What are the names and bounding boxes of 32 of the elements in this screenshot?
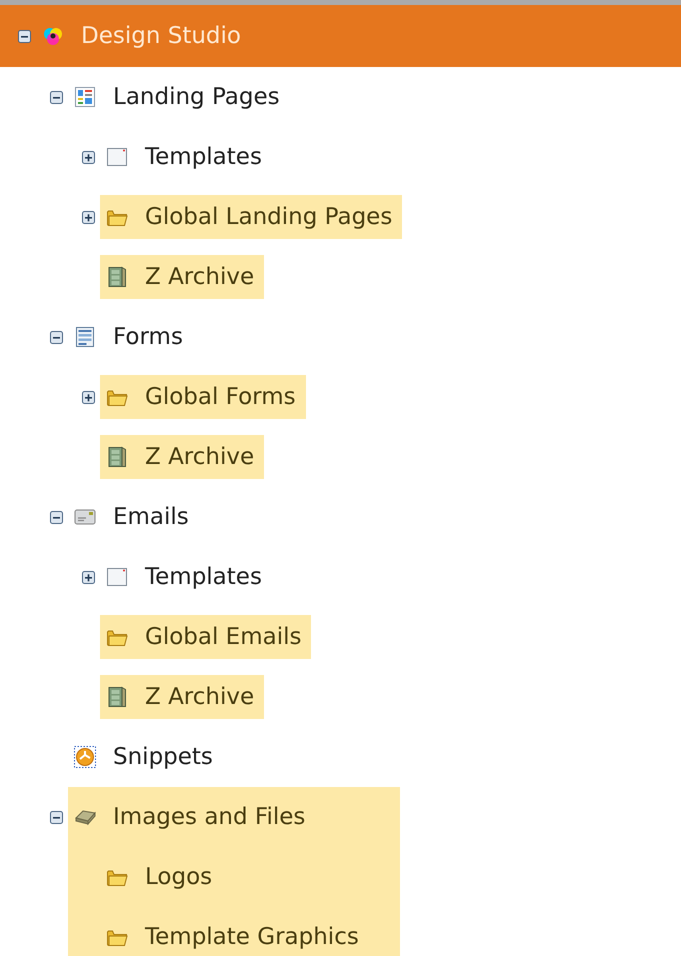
tree-item[interactable]: Templates bbox=[100, 135, 272, 179]
tree-item[interactable]: Global Landing Pages bbox=[100, 195, 402, 239]
page-layout-icon bbox=[74, 86, 96, 108]
tree-item[interactable]: Emails bbox=[68, 495, 199, 539]
expand-icon[interactable] bbox=[82, 210, 95, 224]
blank-page-icon bbox=[106, 146, 128, 168]
file-cabinet-icon bbox=[106, 686, 128, 708]
tree-item[interactable]: Forms bbox=[68, 315, 193, 359]
tree-item[interactable]: Global Emails bbox=[100, 615, 312, 659]
tree-item[interactable]: Images and Files bbox=[68, 787, 400, 847]
file-cabinet-icon bbox=[106, 266, 128, 288]
expand-icon[interactable] bbox=[82, 390, 95, 404]
collapse-icon[interactable] bbox=[50, 330, 63, 344]
blank-page-icon bbox=[106, 566, 128, 588]
tree-item[interactable]: Logos bbox=[68, 847, 400, 907]
file-cabinet-icon bbox=[106, 446, 128, 468]
tree-item[interactable]: Templates bbox=[100, 555, 272, 599]
form-icon bbox=[74, 326, 96, 348]
tree-item[interactable]: Snippets bbox=[68, 735, 223, 779]
expand-icon[interactable] bbox=[82, 570, 95, 584]
tree-item[interactable]: Landing Pages bbox=[68, 75, 290, 119]
color-wheel-icon bbox=[42, 25, 64, 47]
tree-item[interactable]: Template Graphics bbox=[68, 907, 400, 956]
tree-item[interactable]: Z Archive bbox=[100, 255, 264, 299]
collapse-icon[interactable] bbox=[50, 810, 63, 824]
expand-icon[interactable] bbox=[82, 150, 95, 164]
collapse-icon[interactable] bbox=[50, 510, 63, 524]
collapse-icon[interactable] bbox=[50, 90, 63, 104]
tree-item[interactable]: Z Archive bbox=[100, 675, 264, 719]
tree-item[interactable]: Global Forms bbox=[100, 375, 306, 419]
collapse-icon[interactable] bbox=[18, 30, 31, 42]
tree-item[interactable]: Z Archive bbox=[100, 435, 264, 479]
